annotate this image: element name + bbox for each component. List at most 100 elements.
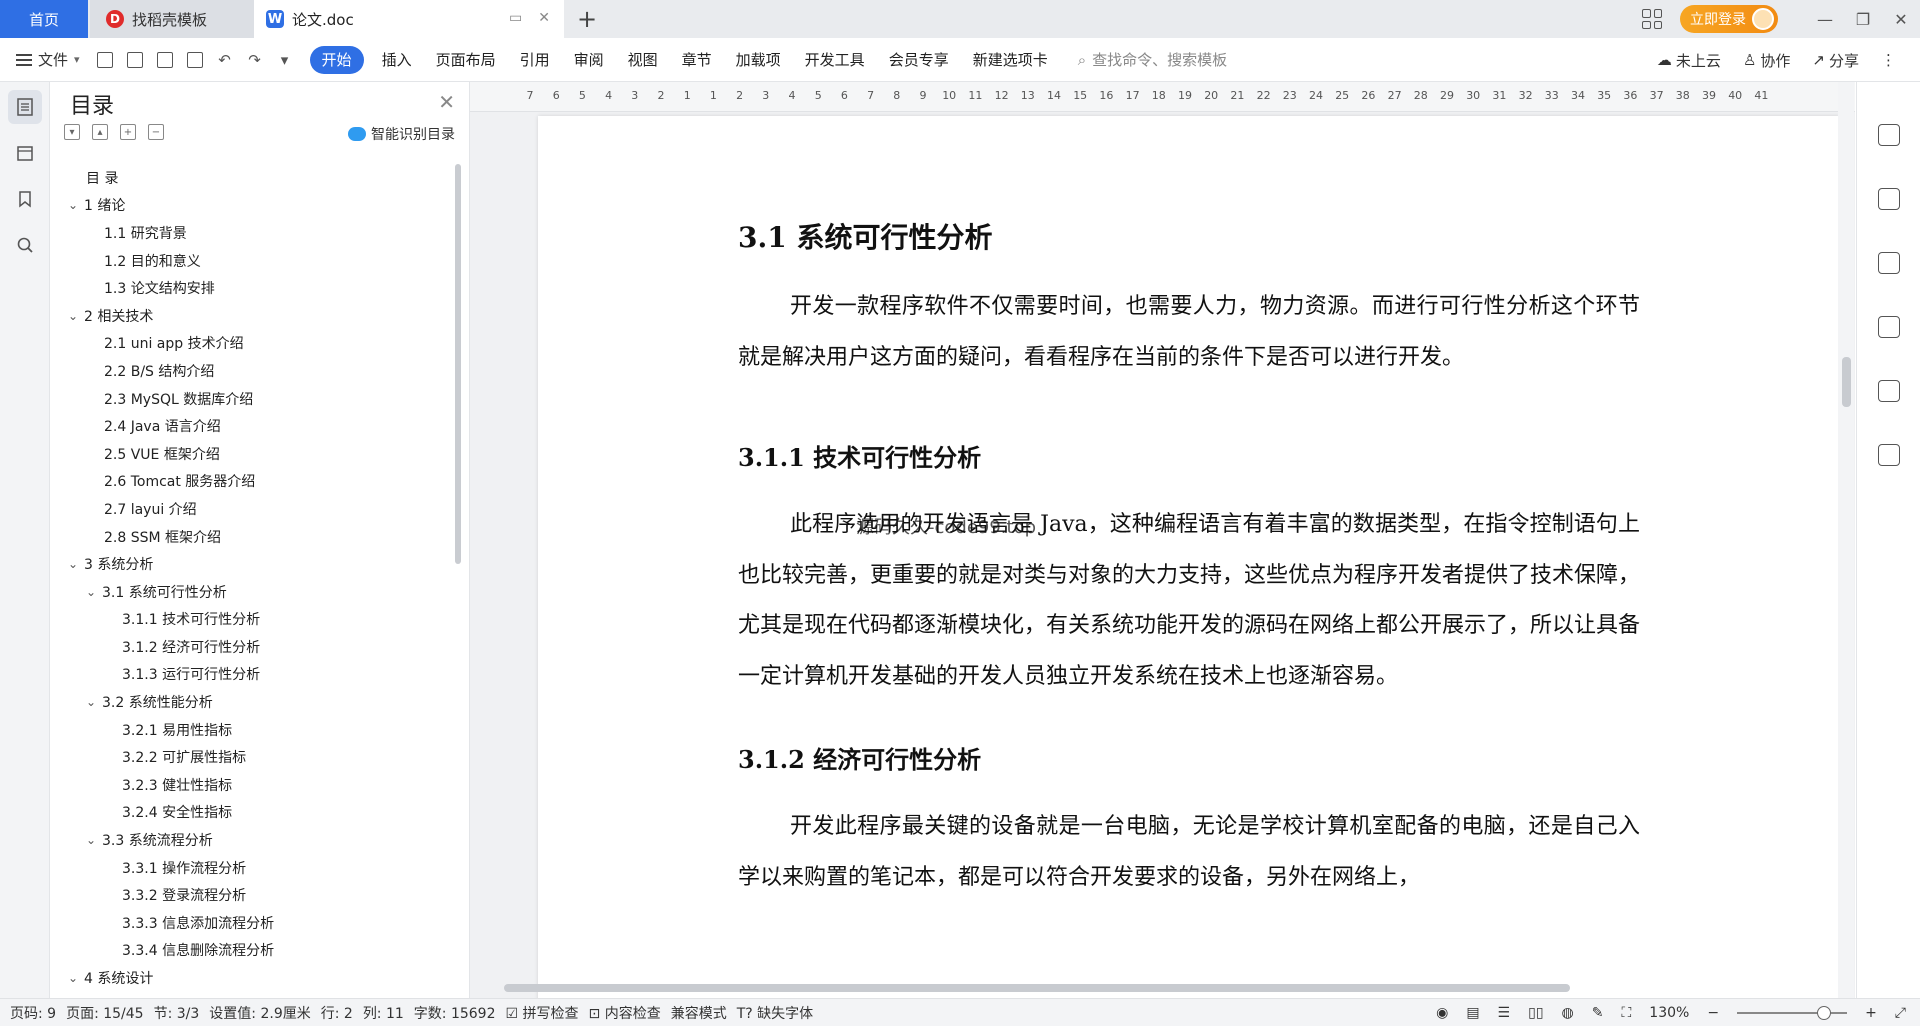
fullscreen-icon[interactable]: ⤢ (1895, 1005, 1906, 1021)
toc-panel-icon[interactable] (8, 90, 42, 124)
toc-item[interactable]: 1.3 论文结构安排 (68, 274, 448, 302)
bookmark-icon[interactable] (8, 182, 42, 216)
export-pdf-icon[interactable] (124, 49, 146, 71)
toc-item[interactable]: ⌄ 3.2 系统性能分析 (68, 688, 448, 716)
chapter-nav-icon[interactable] (8, 136, 42, 170)
chevron-down-icon[interactable]: ⌄ (68, 971, 84, 985)
share-button[interactable]: ↗ 分享 (1812, 50, 1859, 71)
file-menu[interactable]: 文件 ▾ (16, 49, 80, 70)
undo-icon[interactable]: ↶ (214, 49, 236, 71)
toc-item[interactable]: 2.3 MySQL 数据库介绍 (68, 385, 448, 413)
toc-item[interactable]: ⌄ 3.1 系统可行性分析 (68, 578, 448, 606)
tab-home[interactable]: 首页 (0, 0, 88, 38)
horizontal-scrollbar[interactable] (478, 982, 1848, 994)
page-view-icon[interactable]: ▤ (1466, 1005, 1479, 1021)
assistant-icon[interactable] (1877, 380, 1900, 402)
ribbon-tab-developer[interactable]: 开发工具 (793, 46, 877, 74)
chevron-down-icon[interactable]: ⌄ (68, 309, 84, 323)
toc-item[interactable]: 2.1 uni app 技术介绍 (68, 330, 448, 358)
ribbon-tab-references[interactable]: 引用 (508, 46, 562, 74)
chevron-down-icon[interactable]: ⌄ (86, 695, 102, 709)
toc-item[interactable]: 3.2.2 可扩展性指标 (68, 743, 448, 771)
toc-scrollbar[interactable] (455, 164, 461, 564)
zoom-out-icon[interactable]: − (1707, 1005, 1719, 1021)
outline-view-icon[interactable]: ☰ (1498, 1005, 1511, 1021)
zoom-in-icon[interactable]: + (1865, 1005, 1877, 1021)
restore-icon[interactable]: ❐ (1844, 0, 1882, 38)
pin-tab-icon[interactable]: ▭ (509, 10, 522, 26)
collapse-all-icon[interactable]: ▴ (92, 124, 108, 140)
toc-item[interactable]: ⌄ 2 相关技术 (68, 302, 448, 330)
save-icon[interactable] (94, 49, 116, 71)
chevron-down-icon[interactable]: ⌄ (86, 833, 102, 847)
eye-protection-icon[interactable]: ◉ (1436, 1005, 1448, 1021)
ribbon-tab-member[interactable]: 会员专享 (877, 46, 961, 74)
spell-check-button[interactable]: ☑ 拼写检查 (506, 1003, 579, 1023)
ribbon-tab-home[interactable]: 开始 (309, 45, 364, 74)
reading-mode-icon[interactable] (1877, 444, 1900, 466)
ribbon-tab-layout[interactable]: 页面布局 (424, 46, 508, 74)
toc-item[interactable]: 2.2 B/S 结构介绍 (68, 357, 448, 385)
print-preview-icon[interactable] (184, 49, 206, 71)
toc-item[interactable]: 3.2.3 健壮性指标 (68, 771, 448, 799)
toc-item[interactable]: 3.3.3 信息添加流程分析 (68, 909, 448, 937)
zoom-slider[interactable] (1737, 1006, 1848, 1020)
quick-access-more-icon[interactable]: ▾ (274, 49, 296, 71)
toc-item[interactable]: 3.3.2 登录流程分析 (68, 881, 448, 909)
command-search[interactable]: ⌕ 查找命令、搜索模板 (1078, 49, 1227, 70)
more-options-icon[interactable]: ⋮ (1881, 51, 1896, 69)
ribbon-tab-chapter[interactable]: 章节 (670, 46, 724, 74)
toc-item[interactable]: 3.3.4 信息删除流程分析 (68, 937, 448, 965)
chevron-down-icon[interactable]: ⌄ (68, 557, 84, 571)
document-page[interactable]: 3.1 系统可行性分析 开发一款程序软件不仅需要时间，也需要人力，物力资源。而进… (538, 116, 1840, 998)
minimize-icon[interactable]: — (1806, 0, 1844, 38)
fit-page-icon[interactable]: ⛶ (1621, 1005, 1631, 1021)
add-heading-icon[interactable]: + (120, 124, 136, 140)
content-check-button[interactable]: ⊡ 内容检查 (589, 1003, 661, 1023)
chevron-down-icon[interactable]: ⌄ (68, 198, 84, 212)
ribbon-tab-review[interactable]: 审阅 (562, 46, 616, 74)
status-page[interactable]: 页面: 15/45 (66, 1003, 144, 1023)
web-view-icon[interactable]: ◍ (1562, 1005, 1574, 1021)
toc-item[interactable]: 2.5 VUE 框架介绍 (68, 440, 448, 468)
find-icon[interactable] (8, 228, 42, 262)
reading-view-icon[interactable]: ▯▯ (1528, 1005, 1543, 1021)
toc-item[interactable]: 目 录 (68, 164, 448, 192)
ribbon-tab-addins[interactable]: 加载项 (724, 46, 793, 74)
toc-item[interactable]: 3.2.4 安全性指标 (68, 799, 448, 827)
tab-templates[interactable]: D 找稻壳模板 (90, 0, 254, 38)
adjust-settings-icon[interactable] (1877, 252, 1900, 274)
toc-item[interactable]: 3.3.1 操作流程分析 (68, 854, 448, 882)
vertical-scrollbar[interactable] (1838, 82, 1854, 998)
draw-icon[interactable]: ✎ (1592, 1005, 1604, 1021)
zoom-level[interactable]: 130% (1649, 1005, 1689, 1021)
toc-item[interactable]: 3.1.1 技术可行性分析 (68, 606, 448, 634)
remove-heading-icon[interactable]: − (148, 124, 164, 140)
toc-item[interactable]: 3.2.1 易用性指标 (68, 716, 448, 744)
new-tab-button[interactable]: + (574, 5, 600, 33)
toc-item[interactable]: 3.1.2 经济可行性分析 (68, 633, 448, 661)
toc-item[interactable]: ⌄ 3.3 系统流程分析 (68, 826, 448, 854)
status-word-count[interactable]: 字数: 15692 (414, 1003, 496, 1023)
toc-item[interactable]: 3.1.3 运行可行性分析 (68, 661, 448, 689)
toc-item[interactable]: 1.2 目的和意义 (68, 247, 448, 275)
toc-item[interactable]: 2.6 Tomcat 服务器介绍 (68, 468, 448, 496)
close-window-icon[interactable]: ✕ (1882, 0, 1920, 38)
select-cursor-icon[interactable] (1877, 188, 1900, 210)
cloud-status-button[interactable]: ☁ 未上云 (1657, 50, 1721, 71)
horizontal-ruler[interactable]: 7 6 5 4 3 2 1 1 2 3 4 5 6 7 8 9 10 11 12 13 14 15 16 17 18 19 20 21… (470, 82, 1855, 112)
toc-item[interactable]: 2.8 SSM 框架介绍 (68, 523, 448, 551)
toc-item[interactable]: ⌄ 3 系统分析 (68, 550, 448, 578)
apps-grid-icon[interactable] (1642, 9, 1662, 29)
tab-document[interactable]: W 论文.doc ▭ ✕ (254, 0, 564, 38)
toc-item[interactable]: 2.4 Java 语言介绍 (68, 412, 448, 440)
chevron-down-icon[interactable]: ⌄ (86, 585, 102, 599)
redo-icon[interactable]: ↷ (244, 49, 266, 71)
toc-item[interactable]: 1.1 研究背景 (68, 219, 448, 247)
image-tool-icon[interactable] (1877, 316, 1900, 338)
ribbon-tab-insert[interactable]: 插入 (370, 46, 424, 74)
close-tab-icon[interactable]: ✕ (538, 10, 550, 26)
login-button[interactable]: 立即登录 (1680, 5, 1778, 33)
toc-item[interactable]: ⌄ 1 绪论 (68, 192, 448, 220)
collaborate-button[interactable]: ♙ 协作 (1743, 50, 1790, 71)
